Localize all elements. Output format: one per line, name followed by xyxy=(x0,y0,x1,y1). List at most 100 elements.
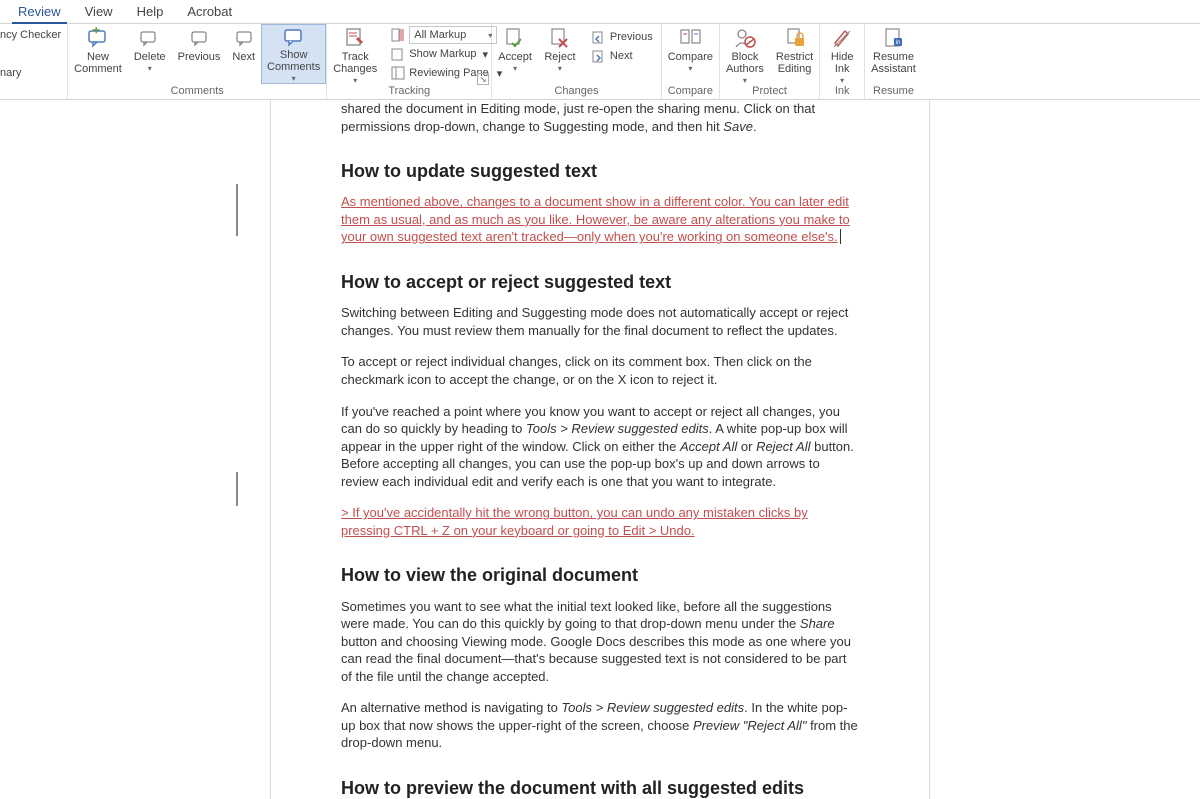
group-resume: in Resume Assistant Resume xyxy=(865,24,922,99)
group-label-protect: Protect xyxy=(720,85,819,99)
chevron-down-icon: ▾ xyxy=(148,64,152,73)
track-changes-icon xyxy=(344,27,366,49)
accept-label: Accept xyxy=(498,51,532,63)
previous-comment-button[interactable]: Previous xyxy=(172,24,227,84)
tracked-insertion: > If you've accidentally hit the wrong b… xyxy=(341,504,859,539)
accept-icon xyxy=(504,27,526,49)
body-paragraph: Switching between Editing and Suggesting… xyxy=(341,304,859,339)
previous-comment-icon xyxy=(188,27,210,49)
track-changes-label: Track Changes xyxy=(333,51,377,75)
delete-comment-label: Delete xyxy=(134,51,166,63)
track-change-bar xyxy=(236,184,238,236)
hide-ink-icon xyxy=(831,27,853,49)
compare-icon xyxy=(679,27,701,49)
body-paragraph: To accept or reject individual changes, … xyxy=(341,353,859,388)
chevron-down-icon: ▾ xyxy=(558,64,562,73)
hide-ink-button[interactable]: Hide Ink ▾ xyxy=(820,24,864,84)
group-accessibility-partial: ncy Checker nary xyxy=(0,24,68,99)
heading: How to update suggested text xyxy=(341,159,859,183)
chevron-down-icon: ▾ xyxy=(292,74,296,83)
body-paragraph: Sometimes you want to see what the initi… xyxy=(341,598,859,686)
heading: How to accept or reject suggested text xyxy=(341,270,859,294)
next-change-label: Next xyxy=(610,50,633,62)
new-comment-icon xyxy=(87,27,109,49)
partial-line2: nary xyxy=(0,66,61,80)
block-authors-label: Block Authors xyxy=(726,51,764,75)
tab-acrobat[interactable]: Acrobat xyxy=(175,0,244,23)
document-page: shared the document in Editing mode, jus… xyxy=(270,100,930,799)
show-comments-label: Show Comments xyxy=(267,49,320,73)
reviewing-pane-icon xyxy=(391,65,405,81)
chevron-down-icon: ▾ xyxy=(353,76,357,85)
tab-view[interactable]: View xyxy=(73,0,125,23)
markup-mode-combo[interactable]: All Markup ▾ xyxy=(387,26,487,44)
compare-label: Compare xyxy=(668,51,713,63)
block-authors-button[interactable]: Block Authors ▾ xyxy=(720,24,770,84)
next-comment-icon xyxy=(233,27,255,49)
previous-change-label: Previous xyxy=(610,31,653,43)
chevron-down-icon: ▾ xyxy=(743,76,747,85)
reject-icon xyxy=(549,27,571,49)
track-changes-button[interactable]: Track Changes ▾ xyxy=(327,24,383,84)
resume-assistant-icon: in xyxy=(882,27,904,49)
ribbon: ncy Checker nary New Comment Delete ▾ P xyxy=(0,24,1200,100)
tracking-dialog-launcher[interactable]: ↘ xyxy=(477,73,489,85)
show-markup-label: Show Markup xyxy=(409,48,476,60)
chevron-down-icon: ▾ xyxy=(513,64,517,73)
markup-mode-value: All Markup xyxy=(414,29,466,41)
previous-change-icon xyxy=(590,29,606,45)
group-label-comments: Comments xyxy=(68,85,326,99)
restrict-editing-label: Restrict Editing xyxy=(776,51,813,75)
previous-comment-label: Previous xyxy=(178,51,221,63)
group-ink: Hide Ink ▾ Ink xyxy=(820,24,865,99)
body-paragraph: If you've reached a point where you know… xyxy=(341,403,859,491)
restrict-editing-button[interactable]: Restrict Editing xyxy=(770,24,819,84)
chevron-down-icon: ▾ xyxy=(688,64,692,73)
track-change-bar xyxy=(236,472,238,506)
chevron-down-icon: ▾ xyxy=(483,48,489,61)
hide-ink-label: Hide Ink xyxy=(831,51,854,75)
restrict-editing-icon xyxy=(784,27,806,49)
reject-label: Reject xyxy=(544,51,575,63)
next-change-icon xyxy=(590,48,606,64)
heading: How to preview the document with all sug… xyxy=(341,776,859,799)
document-area[interactable]: shared the document in Editing mode, jus… xyxy=(0,100,1200,799)
body-paragraph: An alternative method is navigating to T… xyxy=(341,699,859,752)
tab-help[interactable]: Help xyxy=(125,0,176,23)
resume-assistant-label: Resume Assistant xyxy=(871,51,916,75)
reviewing-pane-button[interactable]: Reviewing Pane ▾ xyxy=(387,64,487,82)
tracked-insertion: As mentioned above, changes to a documen… xyxy=(341,193,859,246)
group-protect: Block Authors ▾ Restrict Editing Protect xyxy=(720,24,820,99)
previous-change-button[interactable]: Previous xyxy=(586,28,657,46)
ribbon-tabs: Review View Help Acrobat xyxy=(0,0,1200,24)
new-comment-label: New Comment xyxy=(74,51,122,75)
markup-mode-icon xyxy=(391,27,405,43)
resume-assistant-button[interactable]: in Resume Assistant xyxy=(865,24,922,84)
block-authors-icon xyxy=(734,27,756,49)
group-label-changes: Changes xyxy=(492,85,660,99)
next-comment-label: Next xyxy=(232,51,255,63)
show-markup-button[interactable]: Show Markup ▾ xyxy=(387,45,487,63)
partial-line1: ncy Checker xyxy=(0,28,61,42)
group-changes: Accept ▾ Reject ▾ Previous Next Changes xyxy=(492,24,661,99)
group-tracking: Track Changes ▾ All Markup ▾ Show Markup… xyxy=(327,24,492,99)
accept-button[interactable]: Accept ▾ xyxy=(492,24,538,84)
svg-text:in: in xyxy=(896,40,901,46)
delete-comment-button[interactable]: Delete ▾ xyxy=(128,24,172,84)
next-comment-button[interactable]: Next xyxy=(226,24,261,84)
reject-button[interactable]: Reject ▾ xyxy=(538,24,582,84)
show-comments-icon xyxy=(283,27,305,47)
group-label-tracking: Tracking xyxy=(327,85,491,99)
tab-review[interactable]: Review xyxy=(6,0,73,23)
show-markup-icon xyxy=(391,46,405,62)
compare-button[interactable]: Compare ▾ xyxy=(662,24,719,84)
body-paragraph: shared the document in Editing mode, jus… xyxy=(341,100,859,135)
chevron-down-icon: ▾ xyxy=(840,76,844,85)
group-label-compare: Compare xyxy=(662,85,719,99)
new-comment-button[interactable]: New Comment xyxy=(68,24,128,84)
group-compare: Compare ▾ Compare xyxy=(662,24,720,99)
next-change-button[interactable]: Next xyxy=(586,47,657,65)
show-comments-button[interactable]: Show Comments ▾ xyxy=(261,24,326,84)
group-comments: New Comment Delete ▾ Previous Next xyxy=(68,24,327,99)
group-label-resume: Resume xyxy=(865,85,922,99)
